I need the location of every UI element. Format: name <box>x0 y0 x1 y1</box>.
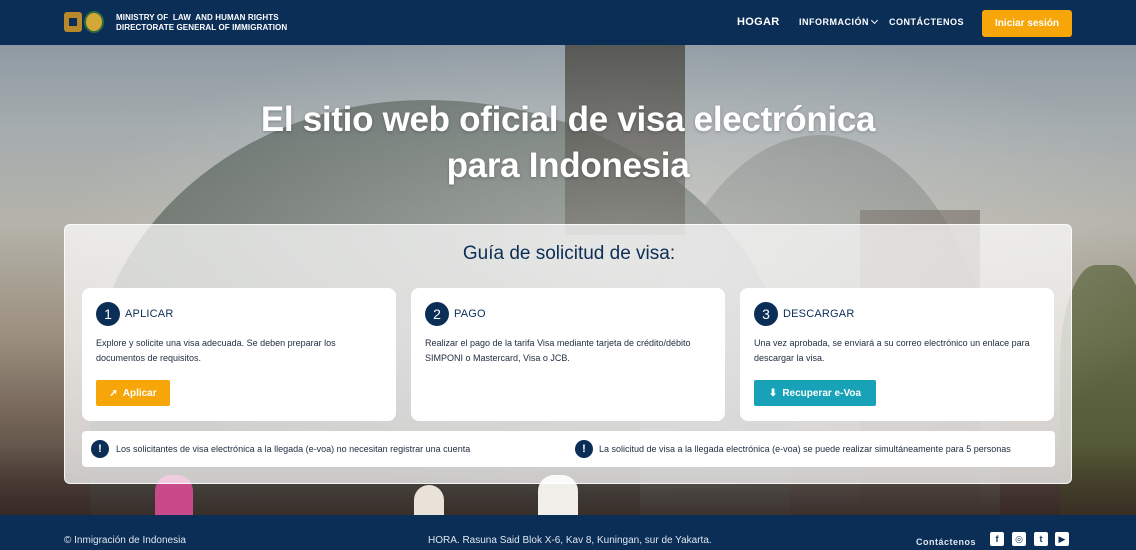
hero-background-figure <box>414 485 444 515</box>
footer-copyright: © Inmigración de Indonesia <box>64 535 186 546</box>
paper-plane-icon: ➚ <box>109 387 118 399</box>
hero-title-line-1: El sitio web oficial de visa electrónica <box>260 100 876 139</box>
step-number-badge: 2 <box>425 302 449 326</box>
top-navbar: MINISTRY OF LAW AND HUMAN RIGHTS DIRECTO… <box>0 0 1136 45</box>
step-number-badge: 3 <box>754 302 778 326</box>
retrieve-evoa-button-label: Recuperar e-Voa <box>782 387 862 399</box>
instagram-icon[interactable]: ◎ <box>1012 532 1026 546</box>
step-description: Explore y solicite una visa adecuada. Se… <box>96 338 336 363</box>
org-line-1: MINISTRY OF LAW AND HUMAN RIGHTS <box>116 13 279 22</box>
exclamation-icon: ! <box>91 440 109 458</box>
step-card-apply: 1 APLICAR Explore y solicite una visa ad… <box>82 288 396 421</box>
step-card-download: 3 DESCARGAR Una vez aprobada, se enviará… <box>740 288 1054 421</box>
nav-information-dropdown[interactable]: INFORMACIÓN <box>799 16 879 27</box>
footer-contact-link[interactable]: Contáctenos <box>916 537 976 547</box>
facebook-icon[interactable]: f <box>990 532 1004 546</box>
ministry-emblem-icon <box>64 12 82 32</box>
nav-home-link[interactable]: HOGAR <box>737 16 779 28</box>
nav-contact-link[interactable]: CONTÁCTENOS <box>889 17 964 27</box>
notice-text-no-account: Los solicitantes de visa electrónica a l… <box>116 444 471 454</box>
retrieve-evoa-button[interactable]: ⬇ Recuperar e-Voa <box>754 380 876 406</box>
download-icon: ⬇ <box>768 387 778 399</box>
step-title: DESCARGAR <box>783 308 855 320</box>
footer: © Inmigración de Indonesia HORA. Rasuna … <box>0 515 1136 550</box>
step-title: PAGO <box>454 308 486 320</box>
hero-title: El sitio web oficial de visa electrónica… <box>218 97 918 189</box>
immigration-emblem-icon <box>84 11 104 33</box>
step-description: Una vez aprobada, se enviará a su correo… <box>754 338 1030 363</box>
apply-button[interactable]: ➚ Aplicar <box>96 380 170 406</box>
youtube-icon[interactable]: ▶ <box>1055 532 1069 546</box>
hero-title-line-2: para Indonesia <box>446 146 690 185</box>
notice-text-five-persons: La solicitud de visa a la llegada electr… <box>599 444 1011 454</box>
step-card-payment: 2 PAGO Realizar el pago de la tarifa Vis… <box>411 288 725 421</box>
ministry-logo[interactable] <box>64 11 104 33</box>
exclamation-icon: ! <box>575 440 593 458</box>
nav-information-label: INFORMACIÓN <box>799 17 869 27</box>
step-number-badge: 1 <box>96 302 120 326</box>
step-description: Realizar el pago de la tarifa Visa media… <box>425 338 691 363</box>
footer-address: HORA. Rasuna Said Blok X-6, Kav 8, Kunin… <box>428 535 712 546</box>
apply-button-label: Aplicar <box>122 387 157 399</box>
organization-name: MINISTRY OF LAW AND HUMAN RIGHTS DIRECTO… <box>116 13 287 33</box>
hero-section: El sitio web oficial de visa electrónica… <box>0 45 1136 515</box>
visa-guide-panel: Guía de solicitud de visa: 1 APLICAR Exp… <box>64 224 1072 484</box>
notice-bar: ! Los solicitantes de visa electrónica a… <box>82 431 1055 467</box>
twitter-icon[interactable]: t <box>1034 532 1048 546</box>
step-title: APLICAR <box>125 308 174 320</box>
visa-guide-title: Guía de solicitud de visa: <box>462 243 676 264</box>
login-button[interactable]: Iniciar sesión <box>982 10 1072 37</box>
org-line-2: DIRECTORATE GENERAL OF IMMIGRATION <box>116 23 288 32</box>
chevron-down-icon <box>870 16 879 25</box>
